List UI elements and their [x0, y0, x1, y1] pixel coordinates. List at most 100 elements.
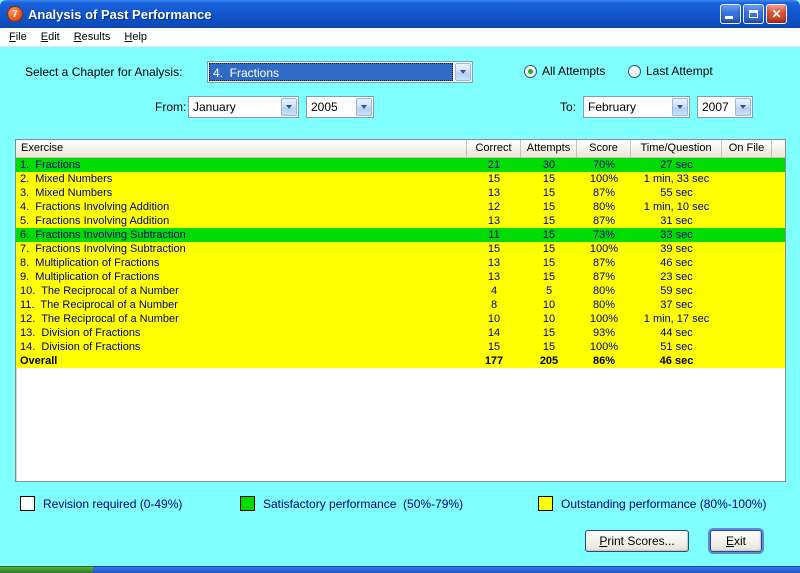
cell-on_file [722, 312, 772, 326]
chevron-down-icon[interactable] [735, 98, 751, 116]
menu-bar: File Edit Results Help [0, 28, 800, 47]
start-button[interactable] [0, 566, 93, 573]
chevron-down-icon[interactable] [455, 63, 471, 81]
table-row: 1. Fractions213070%27 sec [16, 158, 785, 172]
cell-attempts: 15 [521, 270, 577, 284]
table-row: 2. Mixed Numbers1515100%1 min, 33 sec [16, 172, 785, 186]
table-row: 9. Multiplication of Fractions131587%23 … [16, 270, 785, 284]
cell-score: 70% [577, 158, 631, 172]
from-year-select[interactable]: 2005 [306, 96, 374, 118]
cell-time: 46 sec [631, 354, 722, 368]
cell-correct: 15 [467, 172, 521, 186]
header-correct[interactable]: Correct [467, 140, 521, 157]
from-month-select[interactable]: January [188, 96, 299, 118]
print-scores-button[interactable]: Print Scores... [585, 530, 689, 552]
radio-last-attempt[interactable]: Last Attempt [628, 64, 713, 78]
cell-attempts: 205 [521, 354, 577, 368]
header-attempts[interactable]: Attempts [521, 140, 577, 157]
table-row-overall: Overall17720586%46 sec [16, 354, 785, 368]
cell-exercise: Overall [16, 354, 467, 368]
cell-correct: 14 [467, 326, 521, 340]
cell-filler [772, 326, 785, 340]
from-year-value: 2005 [308, 98, 354, 116]
header-time-question[interactable]: Time/Question [631, 140, 722, 157]
cell-on_file [722, 242, 772, 256]
table-row: 5. Fractions Involving Addition131587%31… [16, 214, 785, 228]
cell-correct: 13 [467, 256, 521, 270]
results-table: Exercise Correct Attempts Score Time/Que… [15, 139, 786, 482]
cell-attempts: 15 [521, 172, 577, 186]
menu-results[interactable]: Results [67, 29, 118, 45]
radio-all-attempts[interactable]: All Attempts [524, 64, 605, 78]
cell-exercise: 10. The Reciprocal of a Number [16, 284, 467, 298]
legend-satisfactory: Satisfactory performance (50%-79%) [240, 496, 463, 511]
cell-attempts: 15 [521, 256, 577, 270]
cell-correct: 11 [467, 228, 521, 242]
cell-time: 44 sec [631, 326, 722, 340]
window-title: Analysis of Past Performance [28, 7, 720, 22]
cell-correct: 15 [467, 242, 521, 256]
cell-correct: 13 [467, 186, 521, 200]
cell-time: 46 sec [631, 256, 722, 270]
cell-attempts: 15 [521, 200, 577, 214]
cell-correct: 13 [467, 214, 521, 228]
table-row: 7. Fractions Involving Subtraction151510… [16, 242, 785, 256]
cell-attempts: 15 [521, 242, 577, 256]
close-icon: ✕ [771, 5, 781, 23]
close-button[interactable]: ✕ [766, 4, 787, 24]
title-bar: 7 Analysis of Past Performance ✕ [0, 0, 800, 28]
cell-filler [772, 270, 785, 284]
minimize-button[interactable] [720, 4, 741, 24]
cell-time: 1 min, 17 sec [631, 312, 722, 326]
cell-filler [772, 172, 785, 186]
cell-time: 59 sec [631, 284, 722, 298]
app-window: 7 Analysis of Past Performance ✕ File Ed… [0, 0, 800, 573]
table-row: 8. Multiplication of Fractions131587%46 … [16, 256, 785, 270]
header-score[interactable]: Score [577, 140, 631, 157]
cell-score: 87% [577, 256, 631, 270]
cell-attempts: 15 [521, 228, 577, 242]
legend-revision: Revision required (0-49%) [20, 496, 182, 511]
cell-on_file [722, 340, 772, 354]
cell-time: 23 sec [631, 270, 722, 284]
cell-on_file [722, 354, 772, 368]
cell-score: 93% [577, 326, 631, 340]
minimize-icon [725, 16, 733, 19]
legend-outstanding: Outstanding performance (80%-100%) [538, 496, 766, 511]
menu-help[interactable]: Help [117, 29, 154, 45]
chevron-down-icon[interactable] [672, 98, 688, 116]
cell-on_file [722, 284, 772, 298]
cell-correct: 4 [467, 284, 521, 298]
arrow-down-icon [740, 105, 746, 109]
chevron-down-icon[interactable] [281, 98, 297, 116]
cell-score: 80% [577, 298, 631, 312]
cell-filler [772, 214, 785, 228]
cell-exercise: 8. Multiplication of Fractions [16, 256, 467, 270]
legend-yellow-box [538, 496, 553, 511]
exit-button[interactable]: Exit [710, 530, 762, 552]
maximize-button[interactable] [743, 4, 764, 24]
cell-exercise: 4. Fractions Involving Addition [16, 200, 467, 214]
cell-on_file [722, 298, 772, 312]
header-filler [772, 140, 785, 157]
app-icon: 7 [7, 6, 23, 22]
cell-exercise: 6. Fractions Involving Subtraction [16, 228, 467, 242]
to-year-select[interactable]: 2007 [697, 96, 753, 118]
chevron-down-icon[interactable] [356, 98, 372, 116]
header-exercise[interactable]: Exercise [16, 140, 467, 157]
cell-filler [772, 340, 785, 354]
cell-attempts: 15 [521, 214, 577, 228]
cell-exercise: 3. Mixed Numbers [16, 186, 467, 200]
cell-correct: 177 [467, 354, 521, 368]
menu-file[interactable]: File [2, 29, 34, 45]
header-on-file[interactable]: On File [722, 140, 772, 157]
menu-edit[interactable]: Edit [34, 29, 67, 45]
to-month-select[interactable]: February [583, 96, 690, 118]
chapter-select[interactable]: 4. Fractions [207, 61, 473, 83]
cell-score: 100% [577, 172, 631, 186]
cell-on_file [722, 228, 772, 242]
cell-time: 55 sec [631, 186, 722, 200]
cell-filler [772, 200, 785, 214]
cell-score: 86% [577, 354, 631, 368]
from-month-value: January [190, 98, 279, 116]
